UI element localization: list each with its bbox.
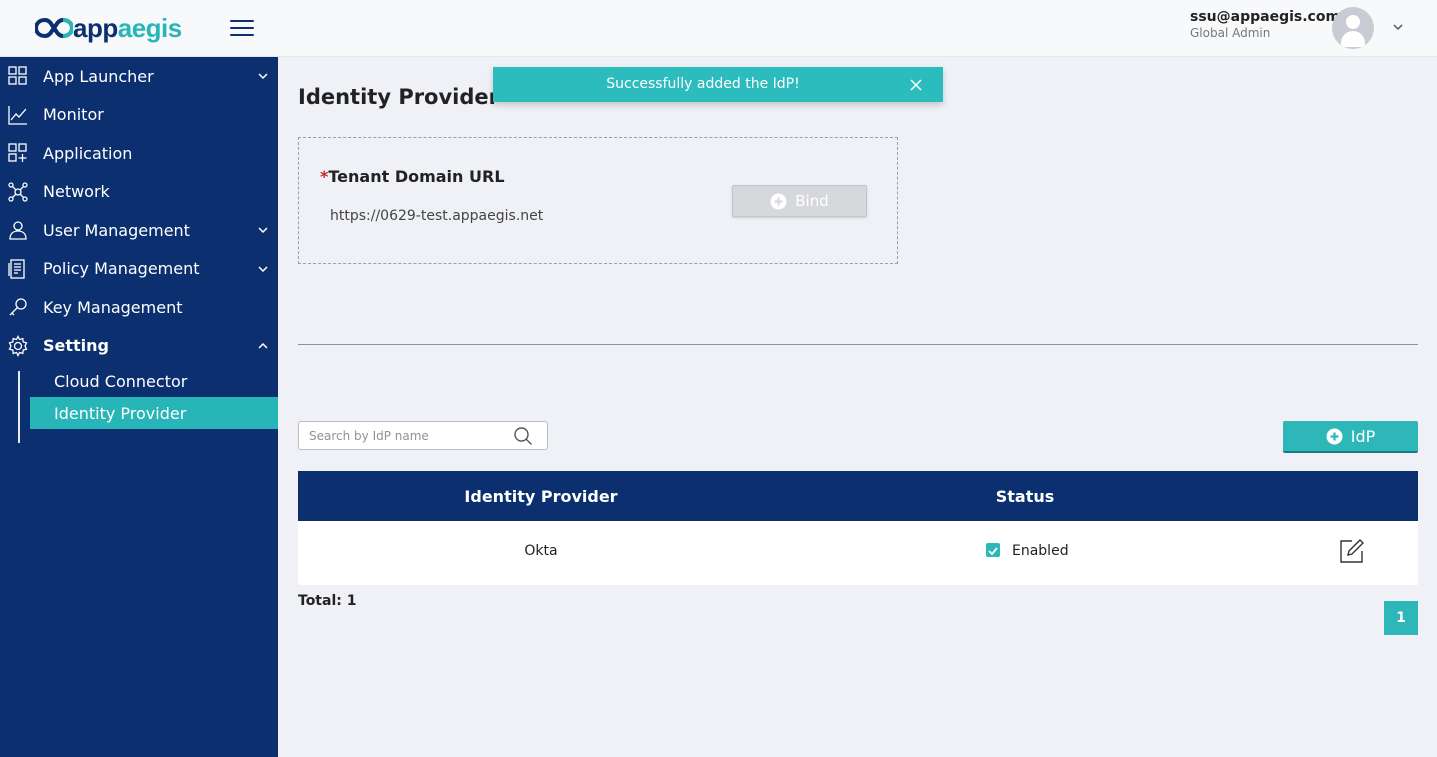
user-info[interactable]: ssu@appaegis.com Global Admin (1190, 9, 1340, 40)
page-title: Identity Provider (298, 85, 500, 109)
search-input[interactable] (309, 427, 509, 445)
chevron-down-icon (258, 227, 268, 234)
success-toast: Successfully added the IdP! (493, 67, 943, 102)
user-email: ssu@appaegis.com (1190, 9, 1341, 25)
sidebar-item-identity-provider[interactable]: Identity Provider (30, 397, 278, 429)
close-icon[interactable] (908, 77, 924, 93)
sidebar-item-label: Monitor (43, 105, 104, 125)
gear-icon (8, 334, 28, 357)
tenant-domain-panel: *Tenant Domain URL https://0629-test.app… (298, 137, 898, 264)
infinity-logo-icon (35, 17, 73, 39)
sidebar-item-label: Identity Provider (54, 403, 187, 423)
bind-label: Bind (795, 192, 829, 210)
pagination-page-1[interactable]: 1 (1384, 601, 1418, 635)
sidebar-item-label: Network (43, 182, 110, 202)
app-grid-plus-icon (8, 143, 27, 163)
bind-button[interactable]: Bind (732, 185, 867, 217)
sidebar-item-label: Setting (43, 336, 109, 356)
sidebar-item-label: Cloud Connector (54, 371, 188, 391)
key-icon (9, 298, 27, 316)
plus-circle-icon (770, 193, 787, 209)
sidebar-item-policy-management[interactable]: Policy Management (0, 250, 278, 289)
tenant-domain-value: https://0629-test.appaegis.net (330, 208, 544, 224)
sidebar-item-network[interactable]: Network (0, 173, 278, 212)
document-icon (8, 259, 25, 279)
table-header: Identity Provider Status (298, 471, 1418, 521)
chevron-down-icon[interactable] (1391, 20, 1405, 34)
grid-icon (8, 66, 27, 85)
column-header-status[interactable]: Status (925, 487, 1125, 506)
top-header: appaegis ssu@appaegis.com Global Admin (0, 0, 1437, 57)
edit-icon[interactable] (1338, 537, 1366, 565)
sidebar-item-app-launcher[interactable]: App Launcher (0, 57, 278, 96)
sidebar-item-cloud-connector[interactable]: Cloud Connector (30, 365, 278, 397)
network-icon (8, 182, 28, 202)
appaegis-logo[interactable]: appaegis (35, 14, 182, 42)
sidebar-item-key-management[interactable]: Key Management (0, 288, 278, 327)
logo-text: appaegis (73, 13, 182, 43)
sidebar-item-label: User Management (43, 220, 190, 240)
checkmark-icon (988, 547, 998, 556)
sidebar-item-monitor[interactable]: Monitor (0, 96, 278, 135)
sidebar-item-label: Key Management (43, 297, 183, 317)
sidebar: App Launcher Monitor Application Network… (0, 57, 278, 757)
sidebar-item-label: Application (43, 143, 133, 163)
sidebar-item-application[interactable]: Application (0, 134, 278, 173)
setting-submenu: Cloud Connector Identity Provider (0, 365, 278, 443)
status-checkbox[interactable] (986, 543, 1000, 557)
toast-message: Successfully added the IdP! (606, 76, 800, 92)
menu-toggle-icon[interactable] (230, 20, 254, 37)
add-idp-label: IdP (1350, 426, 1376, 446)
avatar[interactable] (1332, 7, 1374, 49)
chevron-down-icon (258, 73, 268, 80)
search-box (298, 421, 548, 450)
plus-circle-icon (1326, 428, 1343, 444)
add-idp-button[interactable]: IdP (1283, 421, 1418, 453)
cell-provider: Okta (524, 543, 558, 559)
cell-status: Enabled (1012, 543, 1069, 559)
total-count: Total: 1 (298, 593, 357, 609)
sidebar-item-label: Policy Management (43, 259, 200, 279)
chart-icon (8, 105, 27, 125)
tenant-domain-label: *Tenant Domain URL (320, 167, 505, 186)
column-header-provider[interactable]: Identity Provider (298, 487, 784, 506)
chevron-down-icon (258, 266, 268, 272)
sidebar-item-setting[interactable]: Setting (0, 327, 278, 366)
search-icon[interactable] (513, 426, 533, 446)
submenu-line (18, 371, 20, 443)
section-divider (298, 344, 1418, 345)
sidebar-item-user-management[interactable]: User Management (0, 211, 278, 250)
sidebar-item-label: App Launcher (43, 66, 154, 86)
table-row[interactable]: Okta Enabled (298, 521, 1418, 585)
user-icon (9, 221, 27, 240)
user-role: Global Admin (1190, 26, 1271, 40)
idp-table: Identity Provider Status Okta Enabled (298, 471, 1418, 585)
chevron-up-icon (258, 342, 268, 349)
